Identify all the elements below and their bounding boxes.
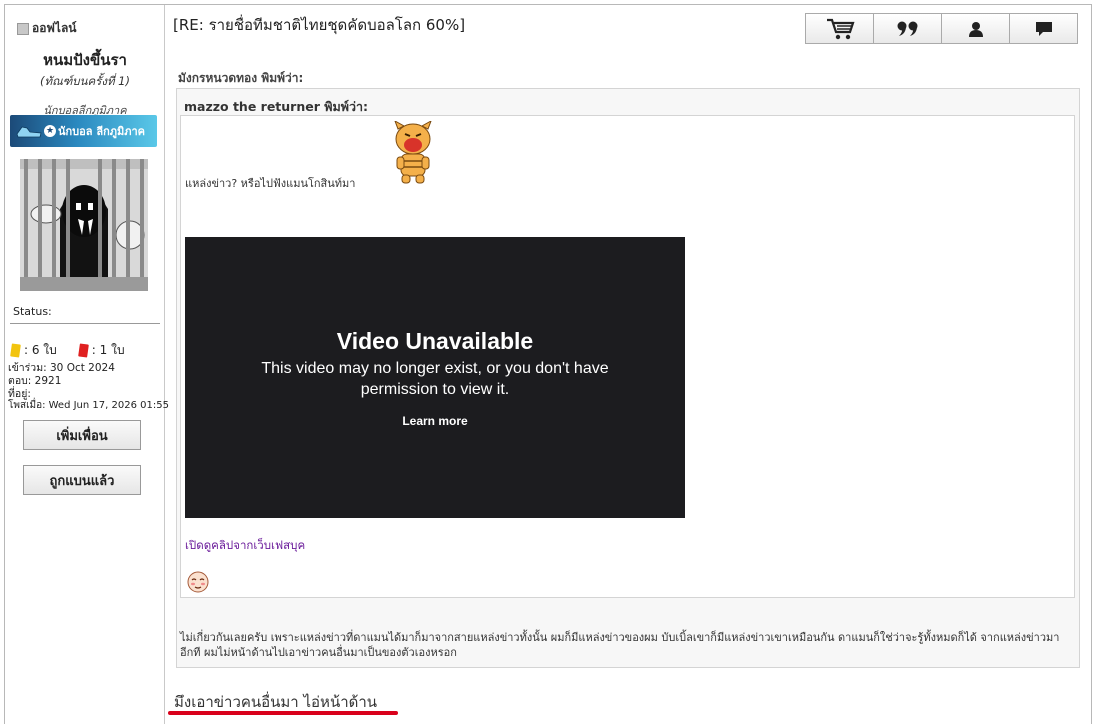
message-button[interactable] [1009,13,1078,44]
football-boot-icon [16,126,42,138]
reply-text: ไม่เกี่ยวกันเลยครับ เพราะแหล่งข่าวที่ดาแ… [180,631,1060,659]
embedded-video[interactable]: Video Unavailable This video may no long… [185,237,685,518]
inner-quote-author: mazzo the returner พิมพ์ว่า: [184,99,368,114]
yellow-card-icon [10,343,21,358]
banned-button[interactable]: ถูกแบนแล้ว [23,465,141,495]
yellow-card-count: : 6 ใบ [24,343,57,357]
signature-underline [168,711,398,715]
profile-button[interactable] [941,13,1010,44]
cart-button[interactable] [805,13,874,44]
outer-quote-author: มังกรหนวดทอง พิมพ์ว่า: [178,71,304,85]
video-unavailable-message: This video may no longer exist, or you d… [261,360,609,398]
post-toolbar [805,13,1078,44]
quote-icon [897,21,917,36]
tiger-sticker-icon [394,121,432,184]
post-time: โพสเมื่อ: Wed Jun 17, 2026 01:55 [8,400,169,411]
user-title: (ทัณฑ์บนครั้งที่ 1) [40,74,130,88]
blushing-face-icon [187,571,209,593]
add-friend-button[interactable]: เพิ่มเพื่อน [23,420,141,450]
offline-indicator-icon [17,22,29,35]
online-status-label: ออฟไลน์ [32,21,77,35]
profile-icon [968,21,983,37]
rank-badge-text: นักบอล ลีกภูมิภาค [58,125,146,138]
avatar[interactable] [20,159,148,291]
star-icon: ★ [44,125,56,137]
rank-badge: ★ นักบอล ลีกภูมิภาค [10,115,157,147]
video-learn-more-link[interactable]: Learn more [185,414,685,428]
divider [10,323,160,324]
user-sidebar: ออฟไลน์ หนมปังขึ้นรา (ทัณฑ์บนครั้งที่ 1)… [5,5,169,724]
card-count: : 6 ใบ : 1 ใบ [10,341,125,360]
facebook-clip-link[interactable]: เปิดดูคลิปจากเว็บเฟสบุค [185,537,305,555]
username[interactable]: หนมปังขึ้นรา [5,48,165,72]
jail-avatar-image [20,159,148,291]
message-icon [1035,21,1052,36]
post-title: [RE: รายชื่อทีมชาติไทยชุดคัดบอลโลก 60%] [173,16,466,34]
cart-icon [826,18,855,39]
inner-quote-text: แหล่งข่าว? หรือไปฟังแมนโกสินท์มา [185,177,356,190]
red-card-count: : 1 ใบ [91,343,125,357]
red-card-icon [77,343,89,358]
video-unavailable-title: Video Unavailable [336,328,534,354]
status-label: Status: [13,305,52,318]
online-status: ออฟไลน์ [17,19,77,38]
quote-button[interactable] [873,13,942,44]
